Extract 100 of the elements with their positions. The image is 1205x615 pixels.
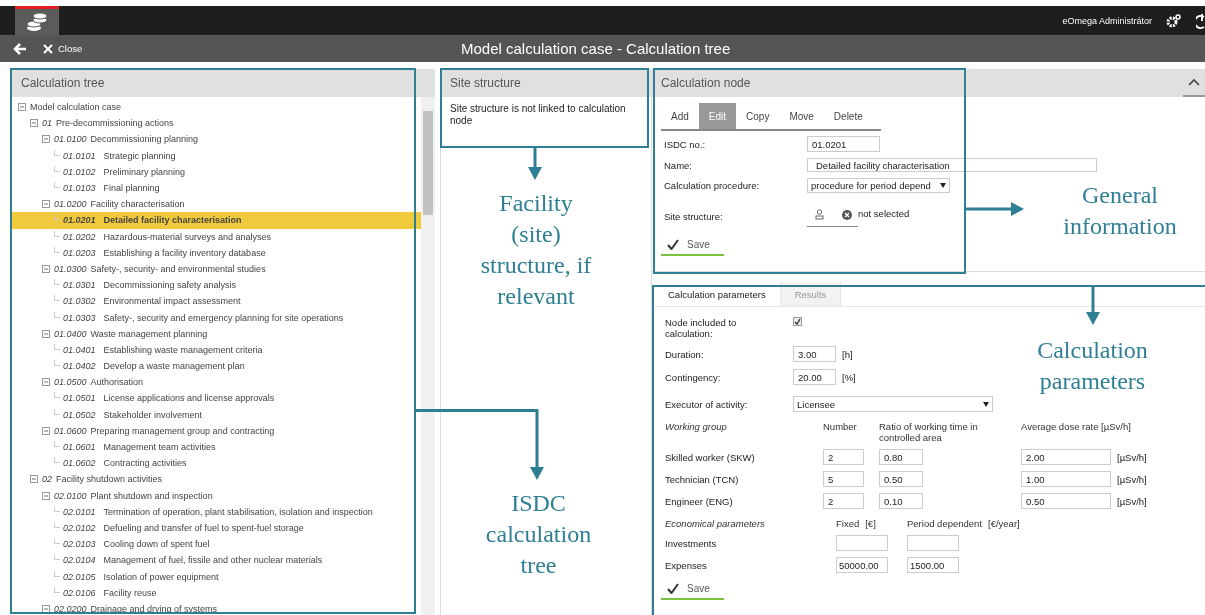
clear-icon[interactable]	[842, 209, 852, 220]
column-header: Number	[823, 421, 858, 432]
tree-item[interactable]: 01.0502 Stakeholder involvement	[12, 406, 421, 423]
input-field[interactable]: 5	[823, 471, 864, 487]
input-field[interactable]: 2.00	[1021, 449, 1111, 465]
tab[interactable]: Add	[661, 103, 699, 129]
checkmark-icon	[667, 239, 679, 250]
input-field[interactable]: 3.00	[793, 346, 836, 362]
collapse-icon	[42, 329, 50, 338]
field-label: Site structure:	[664, 210, 724, 222]
tree-item[interactable]: 01.0303 Safety-, security and emergency planning for site operations	[12, 309, 421, 326]
tree-item[interactable]: 01.0102 Preliminary planning	[12, 163, 421, 180]
input-field[interactable]	[907, 535, 959, 551]
checkmark-icon	[667, 583, 679, 594]
input-field[interactable]	[836, 535, 888, 551]
row-label: Expenses	[665, 559, 708, 571]
input-field[interactable]: 0.80	[879, 449, 923, 465]
collapse-icon	[18, 103, 26, 112]
input-field[interactable]: 0.50	[879, 471, 923, 487]
tree-item[interactable]: 01.0100 Decommissioning planning	[12, 131, 421, 148]
field-label: Duration:	[665, 348, 705, 360]
coins-logo-icon[interactable]	[15, 6, 59, 35]
input-field[interactable]: 0.50	[1021, 493, 1111, 509]
tree-item[interactable]: 01 Pre-decommissioning actions	[12, 115, 421, 132]
input-field[interactable]: 2	[823, 493, 864, 509]
tree-item[interactable]: 02.0106 Facility reuse	[12, 584, 421, 601]
tree-item[interactable]: 02.0103 Cooling down of spent fuel	[12, 536, 421, 553]
tree-item[interactable]: 01.0602 Contracting activities	[12, 455, 421, 472]
tree-item[interactable]: 01.0103 Final planning	[12, 179, 421, 197]
input-field[interactable]: Detailed facility characterisation	[807, 158, 1097, 172]
back-arrow-icon[interactable]	[13, 42, 27, 55]
field-value: not selected	[858, 207, 910, 219]
tab[interactable]: Delete	[823, 103, 873, 129]
tree-item[interactable]: 01.0402 Develop a waste management plan	[12, 358, 421, 375]
tree-item[interactable]: 01.0301 Decommissioning safety analysis	[12, 277, 421, 294]
dropdown-caret-icon	[983, 401, 989, 407]
save-button[interactable]: Save	[661, 579, 724, 600]
annotation-label: General information	[1062, 181, 1178, 241]
input-field[interactable]: 1500.00	[907, 557, 959, 573]
input-field[interactable]: 2	[823, 449, 864, 465]
annotation-label: Calculation parameters	[1036, 336, 1149, 396]
info-message: Site structure is not linked to calculation node	[449, 102, 627, 128]
input-field[interactable]: 01.0201	[807, 136, 880, 152]
tree-item[interactable]: Model calculation case	[12, 99, 421, 116]
field-label: Executor of activity:	[665, 398, 749, 410]
annotation-label: Facility (site) structure, if relevant	[479, 189, 593, 311]
column-header: Average dose rate [µSv/h]	[1021, 421, 1132, 432]
input-field[interactable]: 1.00	[1021, 471, 1111, 487]
tree-item[interactable]: 01.0500 Authorisation	[12, 374, 421, 391]
section-label: Economical parameters	[665, 518, 766, 529]
unit-label: [€]	[865, 518, 876, 529]
user-name[interactable]: eOmega Administrátor	[1062, 15, 1152, 26]
tree-item[interactable]: 01.0300 Safety-, security- and environmental studies	[12, 260, 421, 278]
select-field[interactable]: Licensee	[793, 396, 993, 412]
save-button[interactable]: Save	[661, 235, 724, 256]
power-icon[interactable]	[1196, 12, 1205, 29]
pointer-arrow	[1086, 287, 1100, 325]
column-header: Working group	[665, 421, 728, 432]
tree-item[interactable]: 02.0100 Plant shutdown and inspection	[12, 487, 421, 504]
tree-item[interactable]: 01.0400 Waste management planning	[12, 325, 421, 342]
panel-header: Site structure	[441, 69, 651, 97]
tree-item[interactable]: 01.0501 License applications and license approvals	[12, 390, 421, 407]
panel-header: Calculation tree	[12, 69, 435, 97]
scrollbar[interactable]	[421, 97, 435, 615]
input-field[interactable]: 20.00	[793, 369, 836, 385]
tree-item[interactable]: 01.0202 Hazardous-material surveys and analyses	[12, 228, 421, 245]
input-field[interactable]: 0.10	[879, 493, 923, 509]
tree-item[interactable]: 02.0104 Management of fuel, fissile and other nuclear materials	[12, 552, 421, 569]
row-label: Investments	[665, 537, 718, 549]
unit-label: [%]	[842, 371, 856, 383]
collapse-icon	[42, 426, 50, 435]
row-label: Skilled worker (SKW)	[665, 451, 756, 463]
field-label: Name:	[664, 159, 693, 171]
tree-item[interactable]: 01.0200 Facility characterisation	[12, 196, 421, 213]
field-label: Contingency:	[665, 371, 722, 383]
tree-item[interactable]: 01.0401 Establishing waste management criteria	[12, 341, 421, 358]
column-header: Ratio of working time in controlled area	[879, 421, 979, 443]
unit-label: [µSv/h]	[1117, 451, 1148, 463]
tree-item[interactable]: 01.0302 Environmental impact assessment	[12, 293, 421, 310]
tree-item[interactable]: 01.0201 Detailed facility characterisation	[12, 212, 421, 229]
tab[interactable]: Move	[779, 103, 824, 129]
tree-item[interactable]: 02.0105 Isolation of power equipment	[12, 568, 421, 585]
row-label: Technician (TCN)	[665, 473, 740, 485]
tree-item[interactable]: 01.0601 Management team activities	[12, 438, 421, 456]
collapse-icon	[30, 119, 38, 128]
tree-item[interactable]: 02.0101 Termination of operation, plant stabilisation, isolation and inspection	[12, 503, 421, 520]
tree-item[interactable]: 01.0101 Strategic planning	[12, 147, 421, 164]
close-button[interactable]: Close	[39, 43, 87, 54]
tree-item[interactable]: 01.0203 Establishing a facility inventory database	[12, 244, 421, 261]
checkbox[interactable]	[793, 317, 802, 326]
tree-item[interactable]: 02 Facility shutdown activities	[12, 471, 421, 488]
settings-icon[interactable]	[1166, 12, 1182, 29]
person-icon[interactable]	[815, 209, 824, 220]
tree-item[interactable]: 01.0600 Preparing management group and contracting	[12, 422, 421, 439]
field-label: Calculation procedure:	[664, 180, 761, 191]
tree-item[interactable]: 02.0102 Defueling and transfer of fuel to spent-fuel storage	[12, 519, 421, 537]
select-field[interactable]: procedure for period depend	[807, 178, 950, 193]
panel-title: Calculation node	[661, 76, 751, 90]
tab[interactable]: Copy	[736, 103, 780, 129]
input-field[interactable]: 50000.00	[836, 557, 888, 573]
